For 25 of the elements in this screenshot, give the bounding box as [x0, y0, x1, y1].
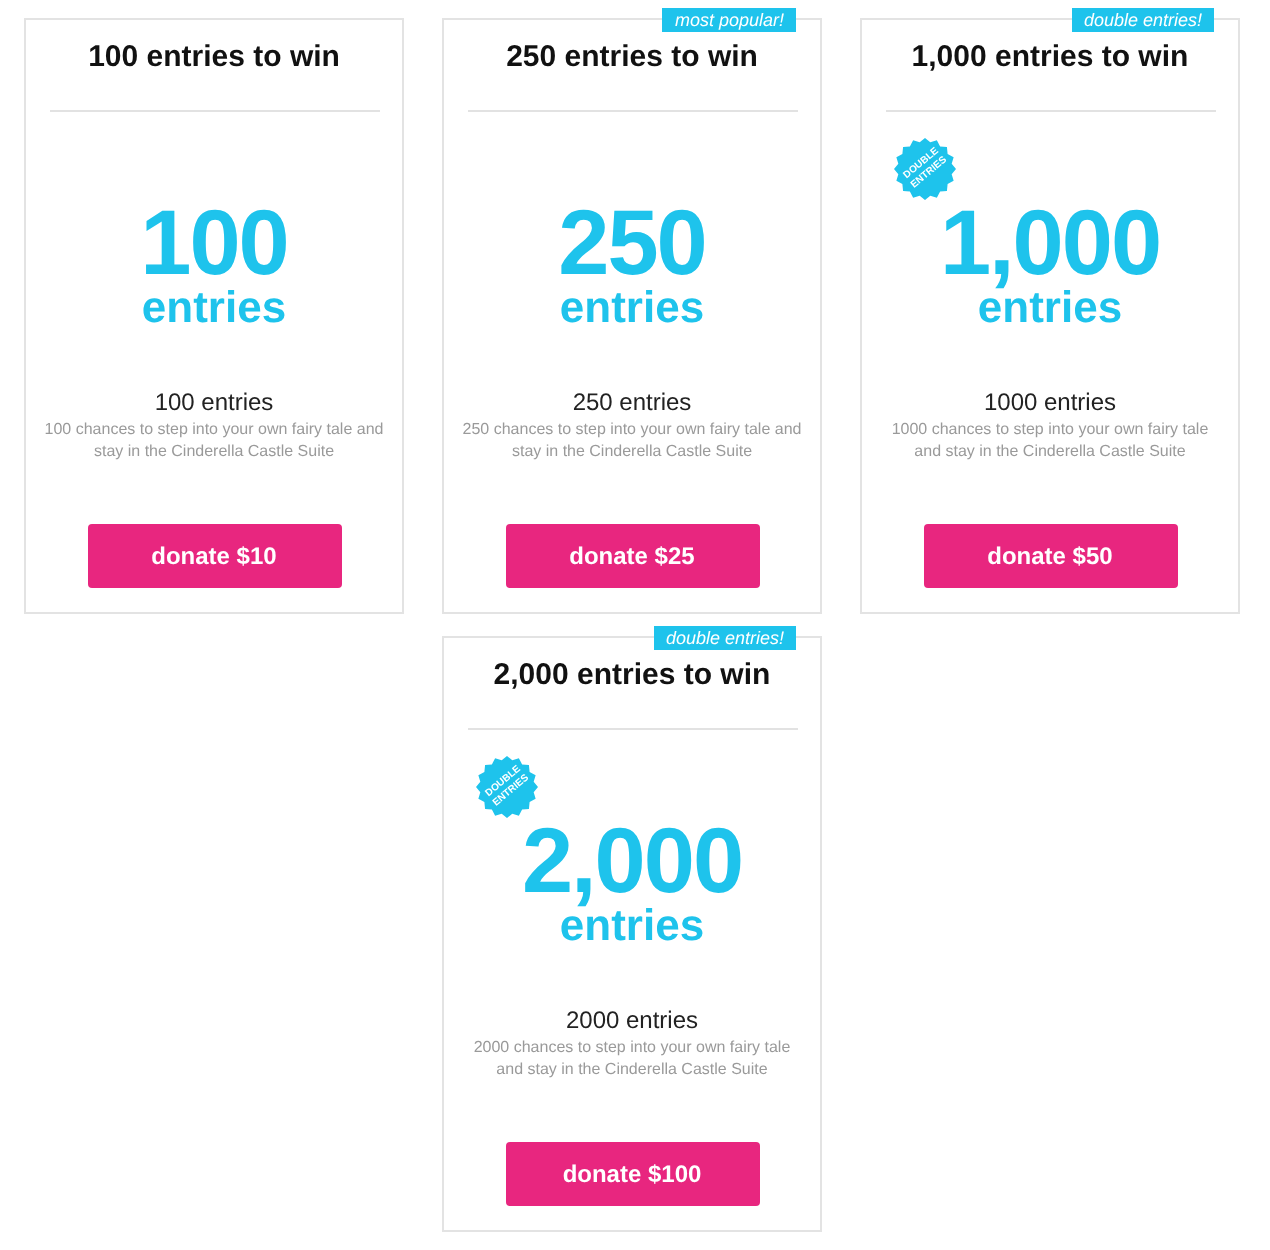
- entries-subtitle: 250 entries: [572, 386, 692, 418]
- donate-button[interactable]: donate $50: [923, 524, 1177, 588]
- card-title: 100 entries to win: [88, 38, 340, 78]
- entries-description: 2000 chances to step into your own fairy tale and stay in the Cinderella Castle Suite: [471, 1036, 793, 1080]
- entry-count: 250: [558, 202, 706, 282]
- ribbon-label: most popular!: [662, 8, 796, 32]
- entries-subtitle: 1000 entries: [983, 386, 1117, 418]
- card-title: 2,000 entries to win: [493, 656, 771, 696]
- entries-description: 1000 chances to step into your own fairy tale and stay in the Cinderella Castle Suite: [889, 418, 1211, 462]
- donate-button[interactable]: donate $10: [87, 524, 341, 588]
- entries-description: 250 chances to step into your own fairy tale and stay in the Cinderella Castle Suite: [461, 418, 803, 462]
- card-title: 250 entries to win: [506, 38, 758, 78]
- entries-description: 100 chances to step into your own fairy tale and stay in the Cinderella Castle Suite: [43, 418, 385, 462]
- ribbon-label: double entries!: [653, 626, 796, 650]
- entry-unit: entries: [559, 904, 705, 948]
- entry-unit: entries: [977, 286, 1123, 330]
- donate-button[interactable]: donate $25: [505, 524, 759, 588]
- entry-unit: entries: [141, 286, 287, 330]
- entry-unit: entries: [559, 286, 705, 330]
- entries-subtitle: 100 entries: [154, 386, 274, 418]
- card-title: 1,000 entries to win: [911, 38, 1189, 78]
- entries-subtitle: 2000 entries: [565, 1004, 699, 1036]
- ribbon-label: double entries!: [1071, 8, 1214, 32]
- entry-count: 100: [140, 202, 288, 282]
- donate-button[interactable]: donate $100: [505, 1142, 759, 1206]
